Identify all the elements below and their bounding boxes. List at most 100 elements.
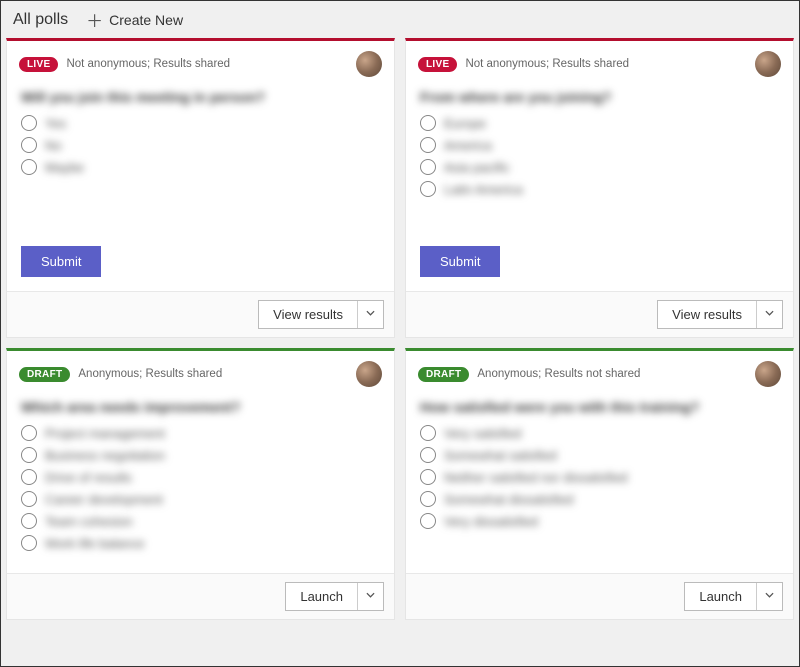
option-label: Very dissatisfied xyxy=(444,514,538,529)
radio-icon xyxy=(21,535,37,551)
card-header: DRAFT Anonymous; Results shared xyxy=(7,351,394,393)
option-label: No xyxy=(45,138,62,153)
options-list: Yes No Maybe xyxy=(21,115,380,175)
poll-card: LIVE Not anonymous; Results shared From … xyxy=(405,38,794,338)
status-badge: DRAFT xyxy=(418,367,469,382)
radio-icon xyxy=(420,447,436,463)
radio-icon xyxy=(21,469,37,485)
radio-icon xyxy=(420,181,436,197)
radio-icon xyxy=(420,513,436,529)
create-new-button[interactable]: ＋ Create New xyxy=(86,7,183,32)
launch-button-dropdown[interactable] xyxy=(756,583,782,610)
card-footer: View results xyxy=(7,291,394,337)
option-label: America xyxy=(444,138,492,153)
option-label: Latin America xyxy=(444,182,523,197)
option-label: Maybe xyxy=(45,160,84,175)
radio-icon xyxy=(420,159,436,175)
poll-meta: Anonymous; Results shared xyxy=(78,368,222,380)
card-body: From where are you joining? Europe Ameri… xyxy=(406,83,793,238)
chevron-down-icon xyxy=(765,592,774,601)
avatar[interactable] xyxy=(356,51,382,77)
poll-option[interactable]: Team cohesion xyxy=(21,513,380,529)
radio-icon xyxy=(21,115,37,131)
avatar[interactable] xyxy=(755,51,781,77)
card-footer: Launch xyxy=(7,573,394,619)
poll-option[interactable]: Career development xyxy=(21,491,380,507)
poll-option[interactable]: Latin America xyxy=(420,181,779,197)
poll-option[interactable]: Project management xyxy=(21,425,380,441)
option-label: Project management xyxy=(45,426,165,441)
radio-icon xyxy=(420,137,436,153)
launch-button[interactable]: Launch xyxy=(286,583,357,610)
card-footer: View results xyxy=(406,291,793,337)
card-header: LIVE Not anonymous; Results shared xyxy=(406,41,793,83)
option-label: Europe xyxy=(444,116,486,131)
status-badge: LIVE xyxy=(19,57,58,72)
radio-icon xyxy=(420,115,436,131)
options-list: Very satisfied Somewhat satisfied Neithe… xyxy=(420,425,779,529)
polls-grid: LIVE Not anonymous; Results shared Will … xyxy=(1,38,799,625)
view-results-button[interactable]: View results xyxy=(658,301,756,328)
option-label: Business negotiation xyxy=(45,448,165,463)
poll-question: How satisfied were you with this trainin… xyxy=(420,399,779,415)
poll-option[interactable]: Drive of results xyxy=(21,469,380,485)
poll-meta: Not anonymous; Results shared xyxy=(465,58,629,70)
create-new-label: Create New xyxy=(109,12,183,28)
poll-option[interactable]: Neither satisfied nor dissatisfied xyxy=(420,469,779,485)
submit-button[interactable]: Submit xyxy=(21,246,101,277)
view-results-button[interactable]: View results xyxy=(259,301,357,328)
card-header: DRAFT Anonymous; Results not shared xyxy=(406,351,793,393)
radio-icon xyxy=(21,137,37,153)
option-label: Yes xyxy=(45,116,66,131)
radio-icon xyxy=(21,425,37,441)
option-label: Asia pacific xyxy=(444,160,510,175)
launch-button[interactable]: Launch xyxy=(685,583,756,610)
poll-card: LIVE Not anonymous; Results shared Will … xyxy=(6,38,395,338)
card-footer: Launch xyxy=(406,573,793,619)
launch-button-group: Launch xyxy=(285,582,384,611)
poll-meta: Not anonymous; Results shared xyxy=(66,58,230,70)
poll-option[interactable]: Yes xyxy=(21,115,380,131)
view-results-button-group: View results xyxy=(657,300,783,329)
radio-icon xyxy=(420,469,436,485)
status-badge: LIVE xyxy=(418,57,457,72)
poll-option[interactable]: Maybe xyxy=(21,159,380,175)
poll-option[interactable]: Somewhat satisfied xyxy=(420,447,779,463)
option-label: Career development xyxy=(45,492,163,507)
option-label: Work life balance xyxy=(45,536,144,551)
avatar[interactable] xyxy=(356,361,382,387)
submit-button[interactable]: Submit xyxy=(420,246,500,277)
submit-row: Submit xyxy=(7,238,394,291)
radio-icon xyxy=(21,491,37,507)
poll-option[interactable]: Business negotiation xyxy=(21,447,380,463)
poll-card: DRAFT Anonymous; Results not shared How … xyxy=(405,348,794,620)
poll-option[interactable]: Very satisfied xyxy=(420,425,779,441)
page-title: All polls xyxy=(13,11,68,29)
poll-option[interactable]: No xyxy=(21,137,380,153)
poll-option[interactable]: Somewhat dissatisfied xyxy=(420,491,779,507)
launch-button-dropdown[interactable] xyxy=(357,583,383,610)
submit-row: Submit xyxy=(406,238,793,291)
poll-option[interactable]: America xyxy=(420,137,779,153)
view-results-button-dropdown[interactable] xyxy=(357,301,383,328)
card-body: How satisfied were you with this trainin… xyxy=(406,393,793,573)
radio-icon xyxy=(21,447,37,463)
launch-button-group: Launch xyxy=(684,582,783,611)
options-list: Project management Business negotiation … xyxy=(21,425,380,551)
poll-option[interactable]: Work life balance xyxy=(21,535,380,551)
view-results-button-dropdown[interactable] xyxy=(756,301,782,328)
poll-option[interactable]: Very dissatisfied xyxy=(420,513,779,529)
radio-icon xyxy=(420,425,436,441)
chevron-down-icon xyxy=(366,310,375,319)
page-header: All polls ＋ Create New xyxy=(1,1,799,38)
radio-icon xyxy=(420,491,436,507)
poll-question: From where are you joining? xyxy=(420,89,779,105)
poll-option[interactable]: Asia pacific xyxy=(420,159,779,175)
radio-icon xyxy=(21,513,37,529)
option-label: Somewhat dissatisfied xyxy=(444,492,573,507)
option-label: Team cohesion xyxy=(45,514,132,529)
avatar[interactable] xyxy=(755,361,781,387)
poll-option[interactable]: Europe xyxy=(420,115,779,131)
option-label: Drive of results xyxy=(45,470,132,485)
chevron-down-icon xyxy=(765,310,774,319)
